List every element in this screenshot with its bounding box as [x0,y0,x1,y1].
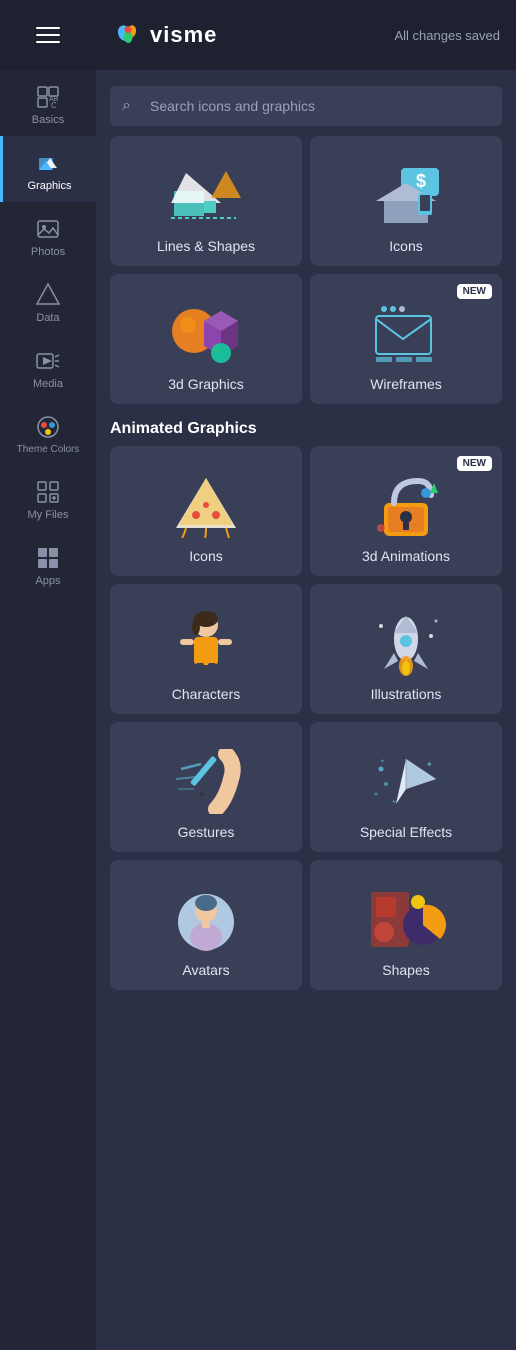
svg-text:✦: ✦ [380,758,385,765]
menu-icon[interactable] [36,27,60,43]
wireframes-new-badge: NEW [457,284,492,299]
avatars-image [166,884,246,954]
anim-icons-label: Icons [189,548,222,564]
icons-image: $ [366,160,446,230]
apps-icon [35,545,61,571]
illustrations-label: Illustrations [371,686,442,702]
avatars-label: Avatars [182,962,229,978]
main-panel: visme All changes saved ⌕ [96,0,516,1350]
search-input[interactable] [110,86,502,126]
avatars-item[interactable]: Avatars [110,860,302,990]
animated-graphics-title: Animated Graphics [96,408,516,446]
wireframes-item[interactable]: NEW Wireframes [310,274,502,404]
sidebar-label-graphics: Graphics [27,180,71,192]
lines-shapes-image [166,160,246,230]
svg-text:AB: AB [49,96,59,103]
wireframes-label: Wireframes [370,376,442,392]
illustrations-image [366,608,446,678]
sidebar-item-my-files[interactable]: My Files [0,465,96,531]
sidebar-item-photos[interactable]: Photos [0,202,96,268]
characters-item[interactable]: Characters [110,584,302,714]
static-graphics-grid: Lines & Shapes $ Icons [96,136,516,404]
sidebar: C AB Basics Graphics Photos Data [0,0,96,1350]
special-effects-image: ✦ ✦ ✦ [366,746,446,816]
lines-shapes-item[interactable]: Lines & Shapes [110,136,302,266]
sidebar-item-theme-colors[interactable]: Theme Colors [0,400,96,465]
3d-graphics-label: 3d Graphics [168,376,243,392]
gestures-image [166,746,246,816]
sidebar-label-my-files: My Files [28,509,69,521]
theme-colors-icon [35,414,61,440]
special-effects-item[interactable]: ✦ ✦ ✦ Special Effects [310,722,502,852]
shapes-image [366,884,446,954]
3d-animations-image [366,470,446,540]
sidebar-item-data[interactable]: Data [0,268,96,334]
my-files-icon [35,479,61,505]
svg-text:✦: ✦ [426,760,433,769]
visme-logo-icon [112,19,144,51]
shapes-label: Shapes [382,962,429,978]
lines-shapes-label: Lines & Shapes [157,238,255,254]
sidebar-item-basics[interactable]: C AB Basics [0,70,96,136]
animated-graphics-grid: Icons NEW [96,446,516,990]
svg-text:✦: ✦ [391,798,397,806]
icons-item[interactable]: $ Icons [310,136,502,266]
3d-animations-item[interactable]: NEW 3d Animations [310,446,502,576]
anim-icons-image [166,470,246,540]
characters-image [166,608,246,678]
illustrations-item[interactable]: Illustrations [310,584,502,714]
sidebar-item-media[interactable]: Media [0,334,96,400]
wireframes-image [366,298,446,368]
sidebar-label-theme-colors: Theme Colors [17,444,80,455]
sidebar-top [0,0,96,70]
sidebar-label-media: Media [33,378,63,390]
3d-animations-label: 3d Animations [362,548,450,564]
sidebar-item-apps[interactable]: Apps [0,531,96,597]
graphics-icon [37,150,63,176]
logo: visme [112,19,217,51]
characters-label: Characters [172,686,240,702]
gestures-label: Gestures [178,824,235,840]
media-icon [35,348,61,374]
data-icon [35,282,61,308]
3d-graphics-item[interactable]: 3d Graphics [110,274,302,404]
3d-animations-new-badge: NEW [457,456,492,471]
svg-text:$: $ [416,171,426,191]
icons-label: Icons [389,238,422,254]
3d-graphics-image [166,298,246,368]
header: visme All changes saved [96,0,516,70]
basics-icon: C AB [35,84,61,110]
sidebar-label-apps: Apps [35,575,60,587]
shapes-item[interactable]: Shapes [310,860,502,990]
photos-icon [35,216,61,242]
saved-status: All changes saved [394,28,500,43]
anim-icons-item[interactable]: Icons [110,446,302,576]
sidebar-label-basics: Basics [32,114,64,126]
sidebar-label-data: Data [36,312,59,324]
search-bar: ⌕ [110,86,502,126]
search-icon: ⌕ [122,97,131,115]
special-effects-label: Special Effects [360,824,452,840]
sidebar-label-photos: Photos [31,246,65,258]
gestures-item[interactable]: Gestures [110,722,302,852]
sidebar-item-graphics[interactable]: Graphics [0,136,96,202]
logo-text: visme [150,22,217,48]
